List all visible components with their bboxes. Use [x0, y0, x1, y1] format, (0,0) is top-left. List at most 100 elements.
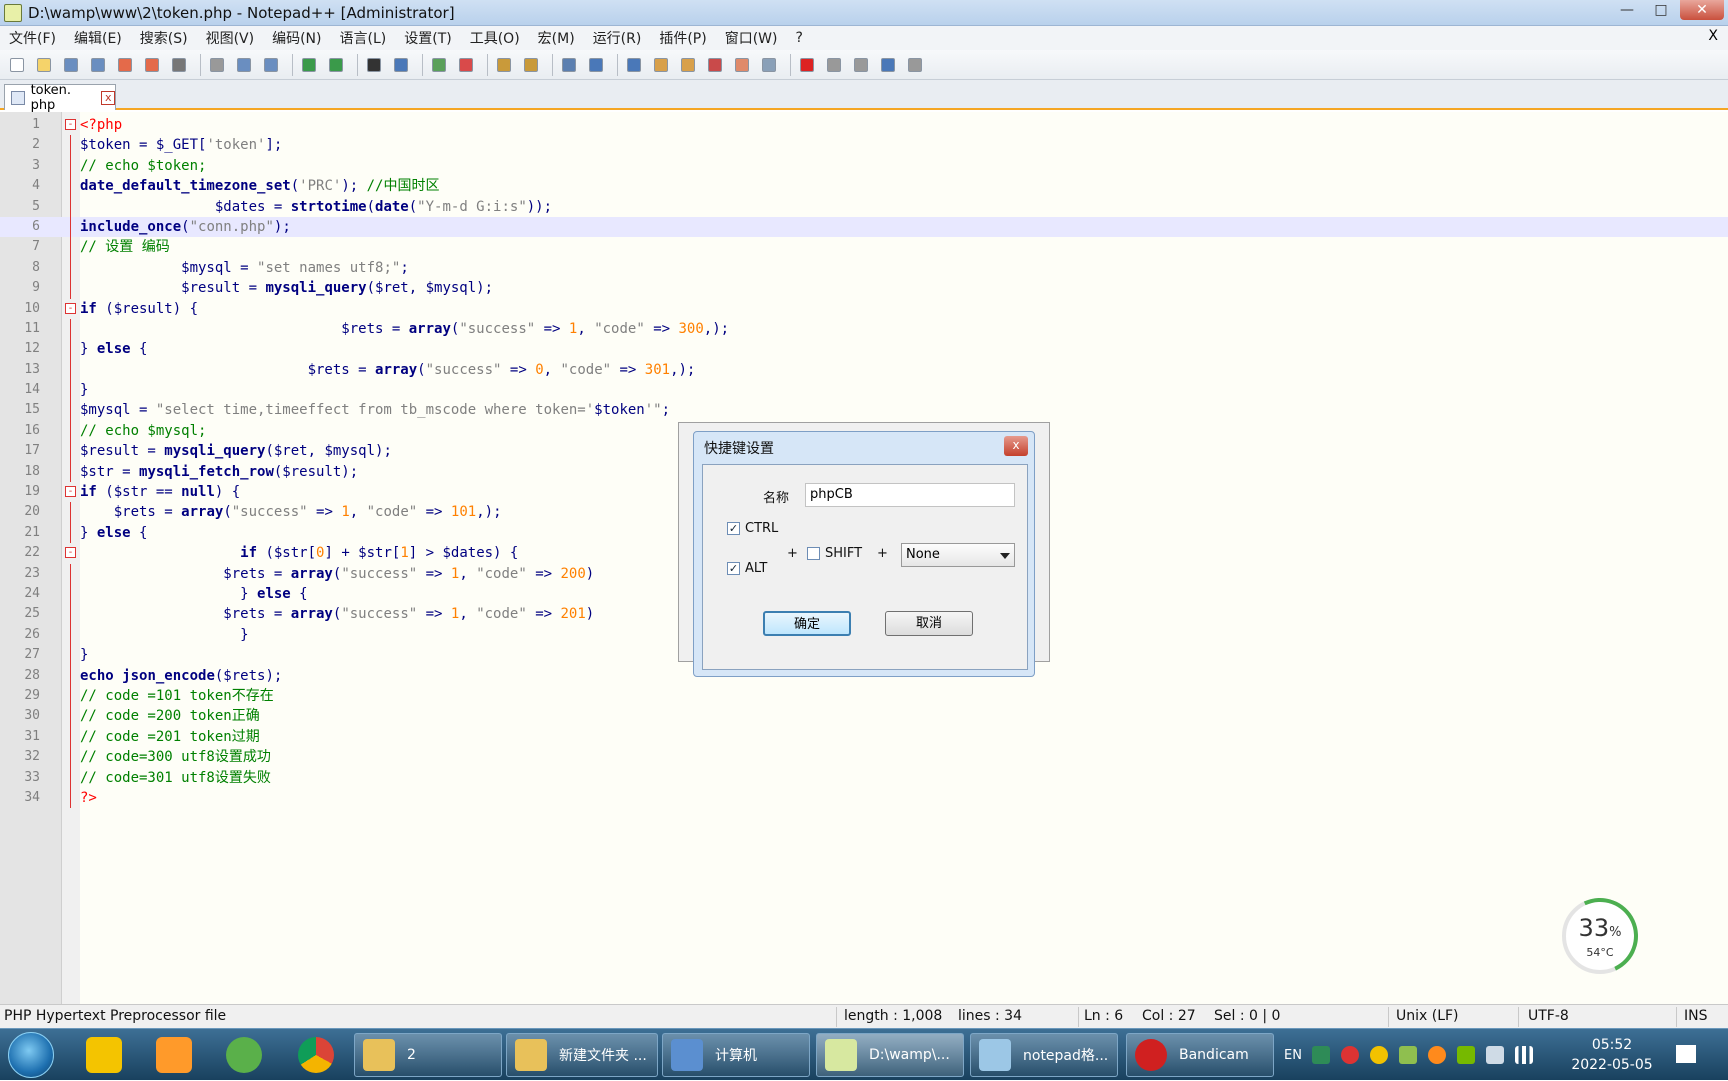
toolbar-button-icon[interactable] [114, 54, 136, 76]
toolbar-button-icon[interactable] [650, 54, 672, 76]
key-select[interactable]: None [901, 543, 1015, 567]
toolbar-button-icon[interactable] [260, 54, 282, 76]
toolbar-button-icon[interactable] [493, 54, 515, 76]
shift-checkbox[interactable] [807, 547, 820, 560]
code-line[interactable]: 5 $dates = strtotime(date("Y-m-d G:i:s")… [0, 196, 1728, 217]
toolbar-button-icon[interactable] [623, 54, 645, 76]
taskbar-item[interactable]: D:\wamp\... [816, 1033, 964, 1077]
tab-close-icon[interactable]: x [101, 90, 115, 105]
toolbar-button-icon[interactable] [87, 54, 109, 76]
menu-item-3[interactable]: 视图(V) [197, 28, 264, 48]
code-line[interactable]: 15 $mysql = "select time,timeeffect from … [0, 400, 1728, 421]
toolbar-button-icon[interactable] [823, 54, 845, 76]
fold-toggle-icon[interactable]: - [65, 119, 76, 130]
pinned-app-icon[interactable] [76, 1033, 132, 1077]
taskbar-item[interactable]: notepad格... [970, 1033, 1118, 1077]
code-line[interactable]: 1 - <?php [0, 115, 1728, 135]
fold-toggle-icon[interactable]: - [65, 547, 76, 559]
toolbar-button-icon[interactable] [428, 54, 450, 76]
code-line[interactable]: 2 $token = $_GET['token']; [0, 135, 1728, 156]
minimize-button[interactable]: — [1612, 0, 1642, 20]
menu-item-5[interactable]: 语言(L) [331, 28, 396, 48]
clock[interactable]: 05:52 2022-05-05 [1562, 1035, 1662, 1075]
toolbar-button-icon[interactable] [206, 54, 228, 76]
toolbar-button-icon[interactable] [60, 54, 82, 76]
code-line[interactable]: 9 $result = mysqli_query($ret, $mysql); [0, 278, 1728, 299]
code-line[interactable]: 31 // code =201 token过期 [0, 726, 1728, 748]
toolbar-button-icon[interactable] [796, 54, 818, 76]
start-button[interactable] [8, 1032, 54, 1078]
tab-token-php[interactable]: token. php x [4, 83, 116, 113]
ctrl-checkbox[interactable]: ✓ [727, 522, 740, 535]
maximize-button[interactable]: □ [1646, 0, 1676, 20]
alt-checkbox[interactable]: ✓ [727, 562, 740, 575]
menu-item-8[interactable]: 宏(M) [529, 28, 584, 48]
code-line[interactable]: 33 // code=301 utf8设置失败 [0, 767, 1728, 788]
notepadpp-app-icon[interactable] [4, 3, 22, 22]
toolbar-button-icon[interactable] [390, 54, 412, 76]
network-icon[interactable] [1514, 1046, 1533, 1064]
menu-item-7[interactable]: 工具(O) [461, 28, 529, 48]
toolbar-button-icon[interactable] [363, 54, 385, 76]
menu-item-9[interactable]: 运行(R) [584, 28, 651, 48]
fold-toggle-icon[interactable]: - [65, 302, 76, 314]
taskbar-item[interactable]: 计算机 [662, 1033, 810, 1077]
toolbar-button-icon[interactable] [585, 54, 607, 76]
show-desktop-button[interactable] [1676, 1045, 1696, 1063]
code-line[interactable]: 11 $rets = array("success" => 1, "code" … [0, 318, 1728, 340]
language-indicator[interactable]: EN [1284, 1048, 1302, 1063]
toolbar-button-icon[interactable] [758, 54, 780, 76]
taskbar-item[interactable]: 2 [354, 1033, 502, 1077]
menu-item-0[interactable]: 文件(F) [0, 28, 65, 48]
toolbar-button-icon[interactable] [168, 54, 190, 76]
record-icon[interactable] [1340, 1046, 1359, 1064]
dialog-close-button[interactable]: x [1004, 436, 1028, 456]
code-line[interactable]: 8 $mysql = "set names utf8;"; [0, 257, 1728, 279]
toolbar-button-icon[interactable] [558, 54, 580, 76]
close-document-button[interactable]: X [1708, 28, 1718, 44]
menu-item-2[interactable]: 搜索(S) [131, 28, 197, 48]
code-line[interactable]: 6 include_once("conn.php"); [0, 216, 1728, 238]
code-line[interactable]: 4 date_default_timezone_set('PRC'); //中国时… [0, 176, 1728, 197]
code-line[interactable]: 13 $rets = array("success" => 0, "code" … [0, 359, 1728, 381]
toolbar-button-icon[interactable] [904, 54, 926, 76]
cancel-button[interactable]: 取消 [885, 611, 973, 636]
toolbar-button-icon[interactable] [6, 54, 28, 76]
tray-app-icon[interactable] [1311, 1046, 1330, 1064]
taskbar-item[interactable]: 新建文件夹 ... [506, 1033, 658, 1077]
code-line[interactable]: 7 // 设置 编码 [0, 237, 1728, 258]
toolbar-button-icon[interactable] [298, 54, 320, 76]
pinned-browser-icon[interactable] [216, 1033, 272, 1077]
toolbar-button-icon[interactable] [850, 54, 872, 76]
code-line[interactable]: 3 // echo $token; [0, 155, 1728, 177]
pinned-app-icon[interactable] [146, 1033, 202, 1077]
fold-toggle-icon[interactable]: - [65, 486, 76, 498]
tray-app-icon[interactable] [1369, 1046, 1388, 1064]
taskbar-item[interactable]: Bandicam [1126, 1033, 1274, 1077]
code-line[interactable]: 14} [0, 380, 1728, 401]
toolbar-button-icon[interactable] [704, 54, 726, 76]
code-line[interactable]: 32 // code=300 utf8设置成功 [0, 747, 1728, 768]
toolbar-button-icon[interactable] [233, 54, 255, 76]
close-window-button[interactable]: ✕ [1680, 0, 1724, 20]
volume-icon[interactable] [1485, 1046, 1504, 1064]
menu-item-10[interactable]: 插件(P) [650, 28, 715, 48]
menu-item-11[interactable]: 窗口(W) [716, 28, 787, 48]
chrome-icon[interactable] [288, 1033, 344, 1077]
tray-app-icon[interactable] [1398, 1046, 1417, 1064]
cpu-usage-widget[interactable]: 33% 54°C [1551, 887, 1649, 985]
nvidia-icon[interactable] [1456, 1046, 1475, 1064]
toolbar-button-icon[interactable] [33, 54, 55, 76]
tray-app-icon[interactable] [1427, 1046, 1446, 1064]
code-line[interactable]: 30 // code =200 token正确 [0, 706, 1728, 727]
toolbar-button-icon[interactable] [455, 54, 477, 76]
menu-item-1[interactable]: 编辑(E) [65, 28, 131, 48]
menu-item-6[interactable]: 设置(T) [395, 28, 460, 48]
toolbar-button-icon[interactable] [677, 54, 699, 76]
code-line[interactable]: 29 // code =101 token不存在 [0, 685, 1728, 707]
code-line[interactable]: 10 - if ($result) { [0, 299, 1728, 319]
code-line[interactable]: 12} else { [0, 339, 1728, 360]
toolbar-button-icon[interactable] [141, 54, 163, 76]
menu-item-12[interactable]: ? [787, 30, 812, 46]
code-line[interactable]: 34 ?> [0, 787, 1728, 809]
